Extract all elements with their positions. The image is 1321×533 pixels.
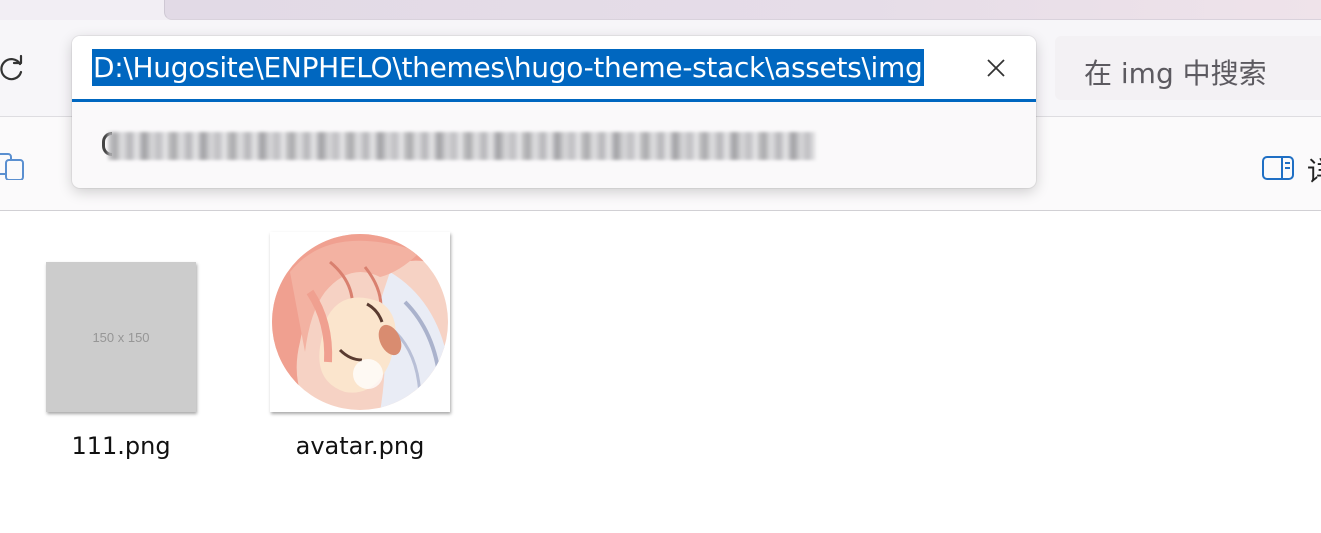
thumbnail-text: 150 x 150 xyxy=(92,329,150,345)
address-dropdown: D:\Hugosite\ENPHELO\themes\hugo-theme-st… xyxy=(72,36,1036,188)
refresh-icon[interactable] xyxy=(0,52,24,82)
file-item-111[interactable]: 150 x 150 111.png xyxy=(38,256,204,460)
address-path-selected[interactable]: D:\Hugosite\ENPHELO\themes\hugo-theme-st… xyxy=(92,49,924,86)
file-thumbnail: 150 x 150 xyxy=(46,262,196,412)
title-bar xyxy=(0,0,1321,20)
search-placeholder: 在 img 中搜索 xyxy=(1084,57,1267,90)
blurred-suggestion-text xyxy=(108,132,816,160)
details-button-label[interactable]: 详 xyxy=(1307,150,1321,189)
file-name: 111.png xyxy=(71,432,171,460)
avatar-image xyxy=(272,234,448,410)
tab-strip[interactable] xyxy=(164,0,1321,20)
file-thumbnail xyxy=(270,232,450,412)
command-bar-divider xyxy=(0,210,1321,211)
file-item-avatar[interactable]: avatar.png xyxy=(262,226,458,460)
details-pane-icon[interactable] xyxy=(1262,155,1294,181)
copy-icon[interactable] xyxy=(0,150,28,180)
clear-icon[interactable] xyxy=(984,56,1008,80)
search-box[interactable]: 在 img 中搜索 xyxy=(1055,36,1321,100)
address-input[interactable]: D:\Hugosite\ENPHELO\themes\hugo-theme-st… xyxy=(72,36,1036,102)
file-name: avatar.png xyxy=(295,432,425,460)
address-suggestion[interactable] xyxy=(72,102,1036,188)
